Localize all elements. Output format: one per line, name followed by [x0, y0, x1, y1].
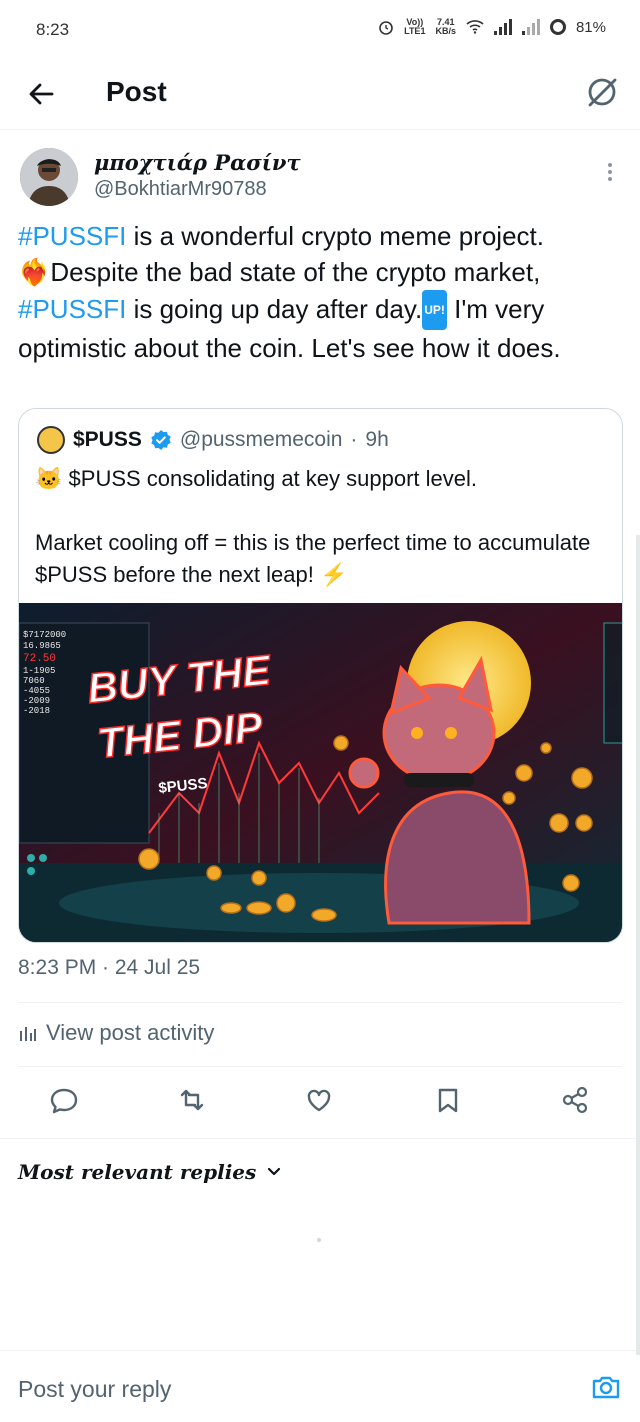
post-actions — [0, 1080, 640, 1126]
grok-icon — [588, 78, 617, 107]
scrollbar[interactable] — [636, 535, 640, 1355]
verified-badge-icon — [151, 430, 171, 450]
alarm-icon — [379, 21, 393, 35]
svg-text:7060: 7060 — [23, 676, 45, 686]
quoted-avatar — [37, 426, 65, 454]
view-post-activity[interactable]: View post activity — [18, 1020, 214, 1046]
status-icons: Vo)) LTE1 7.41 KB/s 81% — [378, 18, 606, 36]
up-emoji: UP! — [422, 290, 447, 330]
status-time: 8:23 — [36, 20, 70, 39]
quoted-author-name: $PUSS — [73, 428, 142, 451]
divider — [18, 1002, 622, 1003]
post-timestamp: 8:23 PM · 24 Jul 25 — [18, 956, 201, 979]
hashtag-link[interactable]: #PUSSFI — [18, 294, 126, 324]
quoted-post[interactable]: $PUSS @pussmemecoin · 9h 🐱 $PUSS consoli… — [18, 408, 623, 943]
post-author: μποχτιάρ Ρασίντ @BokhtiarMr90788 — [20, 148, 620, 210]
svg-text:16.9865: 16.9865 — [23, 641, 61, 651]
repost-icon — [180, 1089, 204, 1111]
hashtag-link[interactable]: #PUSSFI — [18, 221, 126, 251]
battery-level: 81% — [575, 18, 606, 36]
more-options-button[interactable] — [600, 160, 620, 184]
author-handle[interactable]: @BokhtiarMr90788 — [94, 178, 267, 201]
camera-icon — [592, 1376, 620, 1399]
view-post-activity-label: View post activity — [46, 1020, 215, 1045]
quoted-time: 9h — [365, 428, 389, 451]
section-divider — [0, 1138, 640, 1139]
divider — [18, 1066, 622, 1067]
quoted-post-text: 🐱 $PUSS consolidating at key support lev… — [35, 466, 591, 587]
repost-button[interactable] — [172, 1080, 212, 1120]
share-button[interactable] — [555, 1080, 595, 1120]
like-button[interactable] — [299, 1080, 339, 1120]
replies-sort-label: Most relevant replies — [18, 1160, 257, 1184]
avatar-image — [20, 148, 78, 206]
loading-indicator — [317, 1238, 321, 1242]
back-button[interactable] — [22, 74, 62, 114]
grok-button[interactable] — [582, 72, 622, 112]
avatar[interactable] — [20, 148, 78, 206]
bookmark-button[interactable] — [428, 1080, 468, 1120]
camera-button[interactable] — [590, 1371, 622, 1403]
svg-text:-4055: -4055 — [23, 686, 50, 696]
svg-text:1-1905: 1-1905 — [23, 666, 55, 676]
page-title: Post — [106, 76, 167, 107]
heart-icon — [307, 1089, 331, 1112]
signal-2-icon — [521, 19, 540, 35]
reply-input[interactable] — [18, 1371, 558, 1407]
dot-separator: · — [350, 428, 358, 451]
reply-icon — [50, 1088, 78, 1114]
svg-text:$7172000: $7172000 — [23, 630, 66, 640]
lightning-emoji: ⚡ — [319, 562, 348, 587]
wifi-icon — [466, 20, 484, 34]
volte-indicator: Vo)) LTE1 — [404, 17, 426, 36]
svg-text:-2018: -2018 — [23, 706, 50, 716]
svg-text:-2009: -2009 — [23, 696, 50, 706]
author-name[interactable]: μποχτιάρ Ρασίντ — [94, 150, 301, 175]
reply-button[interactable] — [44, 1080, 84, 1120]
reply-composer — [0, 1350, 640, 1422]
network-speed: 7.41 KB/s — [435, 17, 456, 36]
quoted-author-handle: @pussmemecoin — [179, 428, 343, 451]
quoted-post-image[interactable]: $7172000 16.9865 72.50 1-1905 7060 -4055… — [19, 603, 623, 943]
top-app-bar: Post — [0, 60, 640, 130]
cat-emoji: 🐱 — [35, 466, 63, 491]
more-vertical-icon — [608, 163, 612, 181]
bookmark-icon — [438, 1088, 458, 1113]
analytics-icon — [20, 1027, 36, 1041]
fire-heart-emoji: ❤️‍🔥 — [18, 257, 51, 287]
share-icon — [562, 1086, 588, 1114]
svg-text:72.50: 72.50 — [23, 653, 56, 665]
post-text: #PUSSFI is a wonderful crypto meme proje… — [18, 221, 561, 363]
quoted-post-header: $PUSS @pussmemecoin · 9h — [37, 425, 389, 455]
replies-sort-dropdown[interactable]: Most relevant replies — [18, 1160, 282, 1184]
signal-icon — [493, 19, 512, 35]
status-bar: 8:23 Vo)) LTE1 7.41 KB/s 81% — [0, 0, 640, 60]
chevron-down-icon — [268, 1167, 281, 1176]
battery-icon — [549, 19, 566, 35]
arrow-left-icon — [29, 83, 54, 105]
